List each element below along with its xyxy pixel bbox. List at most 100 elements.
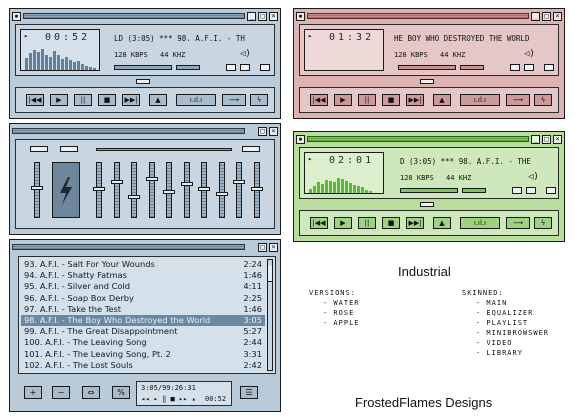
volume-slider[interactable]: [400, 188, 458, 193]
shade-button[interactable]: □: [258, 127, 267, 136]
eq-band-handle[interactable]: [128, 195, 140, 199]
visualizer[interactable]: [309, 167, 379, 193]
playlist-row[interactable]: 99. A.F.I. - The Great Disappointment 5:2…: [21, 326, 265, 337]
eq-band-handle[interactable]: [145, 177, 158, 181]
eq-band-handle[interactable]: [250, 187, 263, 191]
playlist-row[interactable]: 94. A.F.I. - Shatty Fatmas 1:46: [21, 270, 265, 281]
title-bar[interactable]: □ ×: [12, 242, 278, 252]
eq-band-slider[interactable]: [236, 162, 242, 218]
pause-button[interactable]: ||: [358, 94, 376, 106]
pause-button[interactable]: ||: [74, 94, 92, 106]
eject-button[interactable]: ▲: [433, 217, 451, 229]
eq-band-handle[interactable]: [198, 187, 210, 191]
eject-button[interactable]: ▲: [433, 94, 451, 106]
song-marquee[interactable]: LD (3:05) *** 98. A.F.I. - TH: [114, 34, 245, 43]
shuffle-button[interactable]: ⟶: [222, 94, 246, 106]
song-marquee[interactable]: HE BOY WHO DESTROYED THE WORLD: [394, 34, 529, 43]
preamp-handle[interactable]: [31, 186, 43, 190]
eq-mini-display[interactable]: ı.ıl.ı: [460, 94, 500, 106]
eq-band-slider[interactable]: [131, 162, 137, 218]
eq-band-handle[interactable]: [163, 190, 175, 194]
playlist-row[interactable]: 97. A.F.I. - Take the Test 1:46: [21, 304, 265, 315]
close-button[interactable]: ×: [269, 243, 278, 252]
playlist-row[interactable]: 95. A.F.I. - Silver and Cold 4:11: [21, 281, 265, 292]
playlist-toggle-button[interactable]: [240, 64, 250, 71]
eq-band-handle[interactable]: [180, 182, 193, 186]
eq-band-slider[interactable]: [113, 162, 120, 218]
eq-toggle-button[interactable]: [226, 64, 236, 71]
title-bar[interactable]: □ ×: [12, 126, 278, 136]
playlist-row[interactable]: 96. A.F.I. - Soap Box Derby 2:25: [21, 293, 265, 304]
playlist-toggle-button[interactable]: [526, 187, 536, 194]
volume-slider[interactable]: [114, 65, 172, 70]
play-button[interactable]: ▶: [334, 94, 352, 106]
eq-band-handle[interactable]: [93, 187, 105, 191]
stop-button[interactable]: ■: [382, 94, 400, 106]
options-mini-button[interactable]: [260, 64, 270, 71]
eq-band-slider[interactable]: [218, 162, 225, 218]
eq-toggle-button[interactable]: [510, 64, 520, 71]
title-bar[interactable]: ▪ _ □ ×: [12, 11, 278, 21]
select-button[interactable]: ⇔: [82, 386, 100, 399]
eject-button[interactable]: ▲: [149, 94, 167, 106]
eq-band-handle[interactable]: [110, 180, 123, 184]
balance-slider[interactable]: [460, 65, 484, 70]
playlist-row[interactable]: 98. A.F.I. - The Boy Who Destroyed the W…: [21, 315, 265, 326]
playlist-row[interactable]: 101. A.F.I. - The Leaving Song, Pt. 2 3:3…: [21, 349, 265, 360]
minimize-button[interactable]: _: [531, 135, 540, 144]
previous-button[interactable]: |◀◀: [310, 94, 328, 106]
playlist-row[interactable]: 93. A.F.I. - Salt For Your Wounds 2:24: [21, 259, 265, 270]
close-button[interactable]: ×: [553, 12, 562, 21]
previous-button[interactable]: |◀◀: [26, 94, 44, 106]
seek-handle[interactable]: [420, 202, 434, 207]
repeat-button[interactable]: ϟ: [534, 217, 552, 229]
stop-button[interactable]: ■: [98, 94, 116, 106]
time-display[interactable]: 01:32: [329, 32, 374, 43]
list-button[interactable]: ☰: [240, 386, 258, 399]
playlist-row[interactable]: 100. A.F.I. - The Leaving Song 2:44: [21, 337, 265, 348]
play-button[interactable]: ▶: [50, 94, 68, 106]
minimize-button[interactable]: _: [247, 12, 256, 21]
title-bar[interactable]: ▪ _ □ ×: [296, 134, 562, 144]
pause-button[interactable]: ||: [358, 217, 376, 229]
minimize-button[interactable]: _: [531, 12, 540, 21]
shade-button[interactable]: □: [258, 243, 267, 252]
playlist-row[interactable]: 102. A.F.I. - The Lost Souls 2:42: [21, 360, 265, 371]
shade-button[interactable]: □: [258, 12, 267, 21]
close-button[interactable]: ×: [269, 127, 278, 136]
eq-band-handle[interactable]: [233, 180, 245, 184]
add-button[interactable]: +: [24, 386, 42, 399]
repeat-button[interactable]: ϟ: [250, 94, 268, 106]
song-marquee[interactable]: D (3:05) *** 98. A.F.I. - THE: [400, 157, 531, 166]
eq-band-handle[interactable]: [215, 192, 228, 196]
previous-button[interactable]: |◀◀: [310, 217, 328, 229]
playlist-list[interactable]: 93. A.F.I. - Salt For Your Wounds 2:24 94.…: [18, 256, 276, 374]
playlist-toggle-button[interactable]: [524, 64, 534, 71]
mini-transport[interactable]: ◂◂ ▸ ‖ ■ ▸▸ ▴: [141, 395, 196, 403]
balance-slider[interactable]: [462, 188, 486, 193]
options-button[interactable]: ▪: [296, 135, 305, 144]
eq-toggle-button[interactable]: [512, 187, 522, 194]
options-mini-button[interactable]: [544, 64, 554, 71]
close-button[interactable]: ×: [269, 12, 278, 21]
scrollbar-thumb[interactable]: [268, 266, 272, 282]
repeat-button[interactable]: ϟ: [534, 94, 552, 106]
time-display[interactable]: 00:52: [45, 32, 90, 43]
stop-button[interactable]: ■: [382, 217, 400, 229]
next-button[interactable]: ▶▶|: [122, 94, 140, 106]
eq-band-slider[interactable]: [148, 162, 155, 218]
remove-button[interactable]: −: [52, 386, 70, 399]
options-button[interactable]: ▪: [296, 12, 305, 21]
seek-handle[interactable]: [136, 79, 150, 84]
title-bar[interactable]: ▪ _ □ ×: [296, 11, 562, 21]
misc-button[interactable]: %: [112, 386, 130, 399]
shade-button[interactable]: □: [542, 135, 551, 144]
shuffle-button[interactable]: ⟶: [506, 94, 530, 106]
eq-mini-display[interactable]: ı.ıl.ı: [176, 94, 216, 106]
visualizer[interactable]: [309, 44, 379, 70]
seek-handle[interactable]: [420, 79, 434, 84]
visualizer[interactable]: [25, 44, 96, 70]
eq-band-slider[interactable]: [183, 162, 190, 218]
balance-slider[interactable]: [176, 65, 200, 70]
next-button[interactable]: ▶▶|: [406, 94, 424, 106]
